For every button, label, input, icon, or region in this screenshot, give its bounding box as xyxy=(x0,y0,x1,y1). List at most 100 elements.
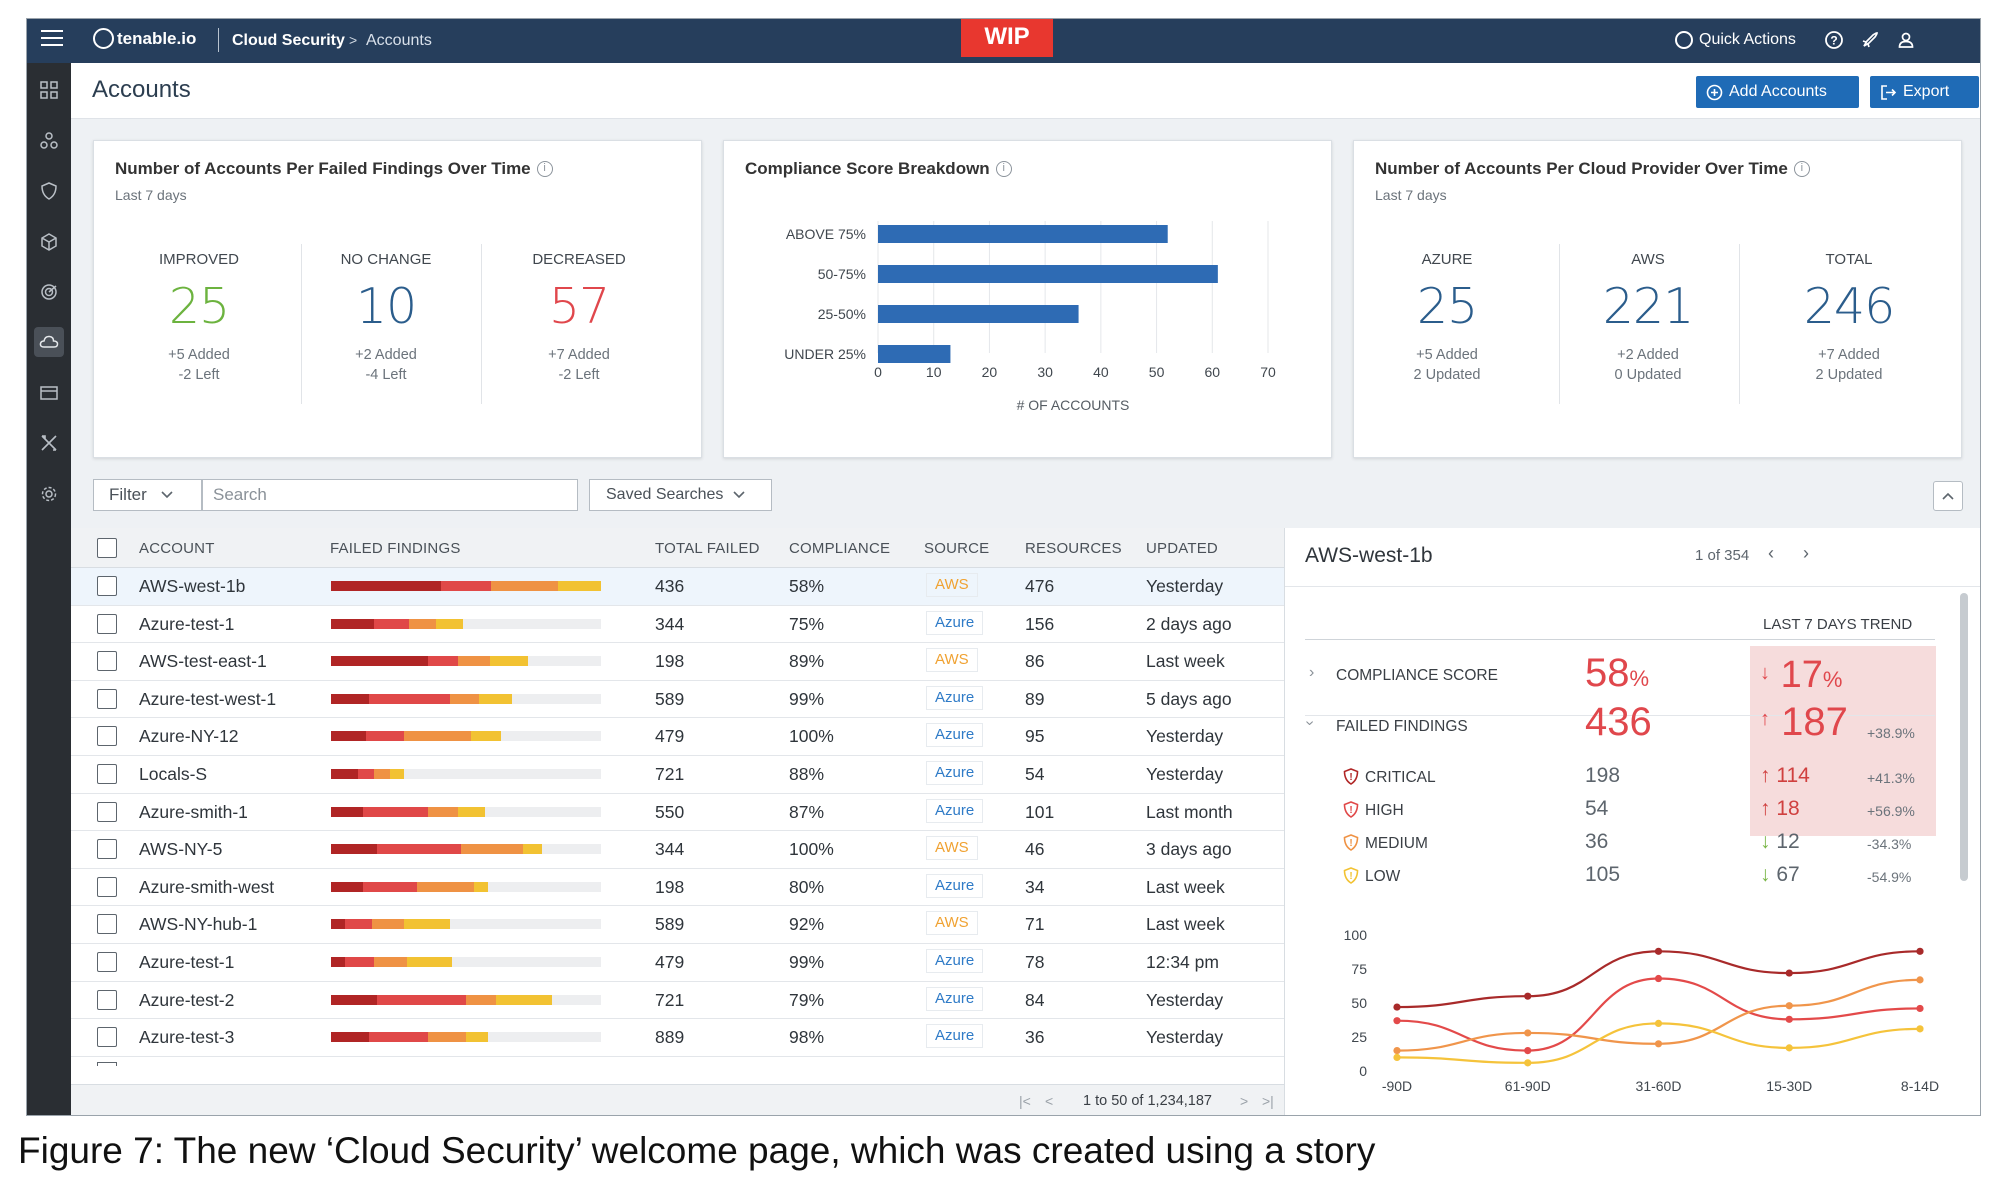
table-row[interactable]: AWS-NY-hub-1 589 92% 71 Last week AWS xyxy=(71,906,1302,944)
assets-icon[interactable] xyxy=(34,126,64,156)
data-point[interactable] xyxy=(1654,974,1663,983)
data-point[interactable] xyxy=(1654,1040,1663,1048)
first-page-icon[interactable]: |< xyxy=(1019,1093,1031,1109)
next-record-icon[interactable]: › xyxy=(1803,543,1809,564)
detail-scrollbar[interactable] xyxy=(1960,593,1968,881)
table-row[interactable]: AWS-test-east-1 198 89% 86 Last week AWS xyxy=(71,643,1302,681)
bar[interactable] xyxy=(878,345,951,363)
table-row[interactable]: AWS-west-1b 436 58% 476 Yesterday AWS xyxy=(71,568,1302,606)
row-checkbox[interactable] xyxy=(97,1027,117,1048)
filter-dropdown[interactable]: Filter xyxy=(93,479,202,511)
dashboard-grid-icon[interactable] xyxy=(34,75,64,105)
table-row[interactable]: Locals-S 721 88% 54 Yesterday Azure xyxy=(71,756,1302,794)
data-point[interactable] xyxy=(1785,1015,1793,1023)
next-page-icon[interactable]: > xyxy=(1240,1093,1248,1109)
column-header-failed-findings[interactable]: FAILED FINDINGS xyxy=(330,540,461,557)
account-name[interactable]: Azure-NY-12 xyxy=(139,726,239,747)
data-point[interactable] xyxy=(1785,1002,1793,1010)
data-point[interactable] xyxy=(1916,976,1924,984)
data-point[interactable] xyxy=(1393,1053,1401,1061)
data-point[interactable] xyxy=(1785,1044,1793,1052)
data-point[interactable] xyxy=(1524,1047,1532,1055)
info-icon[interactable]: i xyxy=(995,161,1012,177)
bar[interactable] xyxy=(878,265,1218,283)
hamburger-menu-icon[interactable] xyxy=(41,30,63,48)
column-header-resources[interactable]: RESOURCES xyxy=(1025,540,1122,557)
add-accounts-button[interactable]: Add Accounts xyxy=(1696,76,1859,108)
row-checkbox[interactable] xyxy=(97,688,117,709)
data-point[interactable] xyxy=(1916,1025,1924,1033)
expand-chevron-icon[interactable]: › xyxy=(1309,664,1314,682)
row-checkbox[interactable] xyxy=(97,764,117,784)
table-row[interactable]: Azure-smith-155087%101Last monthAzure⚠ xyxy=(71,794,1303,832)
table-row[interactable]: Azure-test-1 344 75% 156 2 days ago Azure xyxy=(71,606,1302,644)
rocket-icon[interactable] xyxy=(1859,29,1881,51)
data-point[interactable] xyxy=(1654,947,1663,955)
data-point[interactable] xyxy=(1393,1017,1401,1025)
card-icon[interactable] xyxy=(34,378,64,408)
account-name[interactable]: AWS-NY-hub-1 xyxy=(139,914,257,935)
column-header-source[interactable]: SOURCE xyxy=(924,540,989,557)
search-input[interactable]: Search xyxy=(202,479,578,511)
select-all-checkbox[interactable] xyxy=(97,538,117,558)
row-checkbox[interactable] xyxy=(97,726,117,747)
prev-page-icon[interactable]: < xyxy=(1045,1093,1053,1109)
breadcrumb-app[interactable]: Cloud Security xyxy=(232,32,345,50)
account-name[interactable]: Azure-test-2 xyxy=(139,990,234,1011)
account-name[interactable]: AWS-NY-5 xyxy=(139,839,222,860)
row-checkbox[interactable] xyxy=(97,952,117,972)
row-checkbox[interactable] xyxy=(97,1061,117,1066)
row-checkbox[interactable] xyxy=(97,613,117,634)
data-point[interactable] xyxy=(1654,1019,1663,1027)
account-name[interactable]: Azure-test-west-1 xyxy=(139,689,276,710)
data-point[interactable] xyxy=(1524,1029,1532,1037)
row-checkbox[interactable] xyxy=(97,576,117,596)
tenable-logo[interactable]: tenable.io xyxy=(93,28,196,49)
shield-icon[interactable] xyxy=(34,176,64,206)
info-icon[interactable]: i xyxy=(536,161,553,177)
help-icon[interactable]: ? xyxy=(1823,29,1845,51)
info-icon[interactable]: i xyxy=(1793,161,1810,177)
column-header-total-failed[interactable]: TOTAL FAILED xyxy=(655,540,760,557)
account-name[interactable]: Azure-test-1 xyxy=(139,614,234,635)
row-checkbox[interactable] xyxy=(97,914,117,935)
cloud-icon[interactable] xyxy=(34,327,64,357)
data-point[interactable] xyxy=(1524,992,1532,1000)
data-point[interactable] xyxy=(1916,947,1924,955)
settings-gear-icon[interactable] xyxy=(34,479,64,509)
row-checkbox[interactable] xyxy=(97,801,117,822)
cube-icon[interactable] xyxy=(34,227,64,257)
account-name[interactable]: Azure-test-3 xyxy=(139,1027,234,1048)
column-header-account[interactable]: ACCOUNT xyxy=(139,540,215,557)
bar[interactable] xyxy=(878,305,1079,323)
table-row[interactable]: AWS-NY-5 344 100% 46 3 days ago AWS xyxy=(71,831,1302,869)
collapse-chevron-icon[interactable]: › xyxy=(1301,720,1319,725)
quick-actions-button[interactable]: Quick Actions xyxy=(1675,28,1796,52)
account-name[interactable]: Azure-smith-west xyxy=(139,877,274,898)
account-name[interactable]: Azure-test-1 xyxy=(139,952,234,973)
tools-icon[interactable] xyxy=(34,428,64,458)
data-point[interactable] xyxy=(1785,969,1793,977)
row-checkbox[interactable] xyxy=(97,989,117,1010)
data-point[interactable] xyxy=(1393,1003,1401,1011)
row-checkbox[interactable] xyxy=(97,876,117,897)
user-icon[interactable] xyxy=(1895,29,1917,51)
breadcrumb-page[interactable]: Accounts xyxy=(366,32,432,50)
export-button[interactable]: Export xyxy=(1870,76,1979,108)
prev-record-icon[interactable]: ‹ xyxy=(1768,543,1774,564)
bar[interactable] xyxy=(878,225,1168,243)
account-name[interactable]: Azure-smith-1 xyxy=(139,802,248,823)
column-header-updated[interactable]: UPDATED xyxy=(1146,540,1218,557)
table-row[interactable]: Azure-smith-west 198 80% 34 Last week Azure xyxy=(71,869,1302,907)
last-page-icon[interactable]: >| xyxy=(1262,1093,1274,1109)
row-checkbox[interactable] xyxy=(97,651,117,672)
table-row[interactable]: Azure-test-1 479 99% 78 12:34 pm Azure xyxy=(71,944,1302,982)
row-checkbox[interactable] xyxy=(97,839,117,860)
radar-icon[interactable] xyxy=(34,277,64,307)
column-header-compliance[interactable]: COMPLIANCE xyxy=(789,540,890,557)
data-point[interactable] xyxy=(1524,1059,1532,1067)
table-row[interactable]: Azure-test-3 889 98% 36 Yesterday Azure xyxy=(71,1019,1302,1057)
table-row[interactable]: Azure-NY-12 479 100% 95 Yesterday Azure xyxy=(71,718,1302,756)
table-row[interactable]: Azure-test-west-1 589 99% 89 5 days ago Azure xyxy=(71,681,1302,719)
table-row[interactable]: Azure-test-2 721 79% 84 Yesterday Azure xyxy=(71,982,1302,1020)
